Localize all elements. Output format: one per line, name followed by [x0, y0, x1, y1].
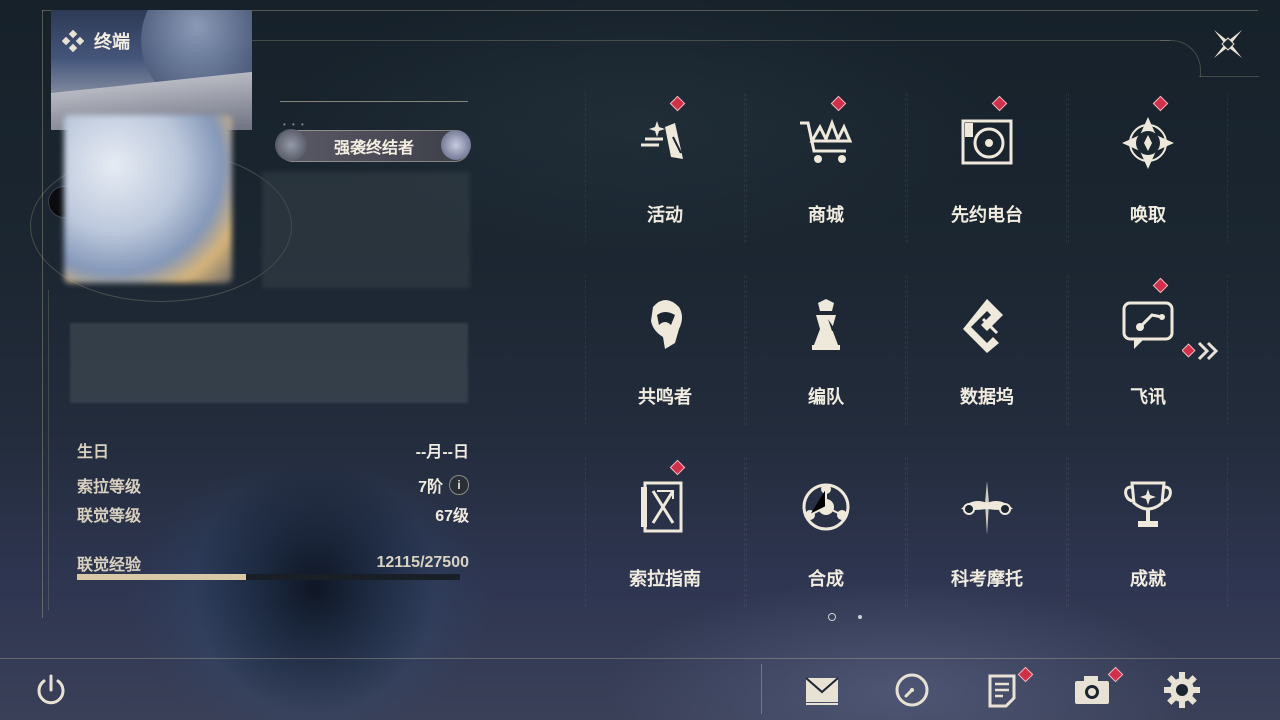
menu-item-label: 飞讯 — [1130, 387, 1166, 407]
resonator-icon — [651, 300, 682, 349]
page-indicator — [828, 613, 862, 621]
mail-icon[interactable] — [802, 670, 842, 710]
stat-sola-level: 索拉等级 7阶 i — [77, 473, 469, 497]
menu-item-label: 活动 — [647, 205, 683, 225]
stat-label: 联觉经验 — [77, 557, 142, 574]
guide-icon — [641, 481, 683, 533]
player-name-blurred — [262, 172, 470, 288]
name-divider — [280, 101, 468, 102]
stat-label: 生日 — [77, 444, 110, 461]
stat-value: 7阶 i — [418, 473, 469, 497]
frame-line — [250, 40, 1170, 41]
menu-item[interactable]: 合成 — [746, 457, 906, 607]
stat-value: --月--日 — [415, 444, 469, 461]
shop-cart-icon — [800, 118, 853, 163]
menu-item-label: 商城 — [808, 205, 844, 225]
menu-item-label: 科考摩托 — [951, 569, 1023, 589]
frame-line — [1199, 76, 1259, 77]
menu-item[interactable]: 科考摩托 — [907, 457, 1067, 607]
menu-item[interactable]: 先约电台 — [907, 93, 1067, 243]
page-title: 终端 — [94, 32, 130, 52]
menu-item-label: 合成 — [808, 569, 844, 589]
convene-icon — [1122, 117, 1174, 169]
avatar[interactable] — [64, 115, 232, 283]
menu-item-label: 数据坞 — [960, 387, 1014, 407]
settings-gear-icon[interactable] — [1162, 670, 1202, 710]
exp-progress-fill — [77, 574, 246, 580]
menu-item[interactable]: 成就 — [1068, 457, 1228, 607]
exp-progress-bar — [77, 574, 460, 580]
menu-item-label: 索拉指南 — [629, 569, 701, 589]
stat-union-exp: 联觉经验 12115/27500 — [77, 551, 469, 575]
bottom-separator — [761, 664, 762, 714]
sola-level-value: 7阶 — [418, 479, 443, 496]
motorcycle-icon — [961, 481, 1013, 535]
menu-item[interactable]: 索拉指南 — [585, 457, 745, 607]
stat-birthday: 生日 --月--日 — [77, 438, 469, 462]
stat-union-level: 联觉等级 67级 — [77, 502, 469, 526]
menu-item[interactable]: 数据坞 — [907, 275, 1067, 425]
menu-item[interactable]: 唤取 — [1068, 93, 1228, 243]
power-icon[interactable] — [33, 672, 69, 708]
menu-item-label: 先约电台 — [951, 205, 1023, 225]
signature-blurred[interactable] — [70, 323, 468, 403]
badge-emblem-icon — [275, 129, 307, 161]
camera-icon[interactable] — [1072, 670, 1112, 710]
menu-item-label: 共鸣者 — [638, 387, 692, 407]
clock-icon[interactable] — [892, 670, 932, 710]
double-chevron-right-icon[interactable] — [1182, 340, 1222, 362]
message-icon — [1122, 301, 1174, 349]
menu-item[interactable]: 共鸣者 — [585, 275, 745, 425]
chess-team-icon — [812, 299, 840, 350]
menu-item[interactable]: 商城 — [746, 93, 906, 243]
decor-dots: • • • — [283, 120, 306, 129]
notice-icon[interactable] — [982, 670, 1022, 710]
menu-item-label: 成就 — [1130, 569, 1166, 589]
title-badge-label: 强袭终结者 — [333, 140, 414, 157]
stat-label: 索拉等级 — [77, 479, 142, 496]
badge-orb-icon — [441, 130, 471, 160]
radio-icon — [961, 119, 1013, 165]
diamond-cluster-icon — [62, 30, 84, 52]
synthesis-icon — [802, 483, 850, 531]
close-icon[interactable] — [1208, 24, 1248, 64]
stat-value: 12115/27500 — [376, 554, 469, 571]
event-icon — [641, 121, 683, 159]
trophy-icon — [1124, 481, 1172, 527]
menu-item-label: 编队 — [808, 387, 844, 407]
stat-label: 联觉等级 — [77, 508, 142, 525]
data-bank-icon — [963, 299, 1003, 353]
menu-item[interactable]: 活动 — [585, 93, 745, 243]
menu-item[interactable]: 编队 — [746, 275, 906, 425]
menu-item-label: 唤取 — [1130, 205, 1166, 225]
stat-value: 67级 — [435, 508, 469, 525]
frame-line — [42, 10, 43, 618]
page-header: 终端 — [62, 28, 130, 54]
frame-line — [48, 290, 49, 610]
bottom-divider — [0, 658, 1280, 659]
page-dot-active[interactable] — [828, 613, 836, 621]
info-icon[interactable]: i — [449, 475, 469, 495]
title-badge[interactable]: 强袭终结者 — [275, 129, 471, 162]
page-dot[interactable] — [858, 615, 862, 619]
